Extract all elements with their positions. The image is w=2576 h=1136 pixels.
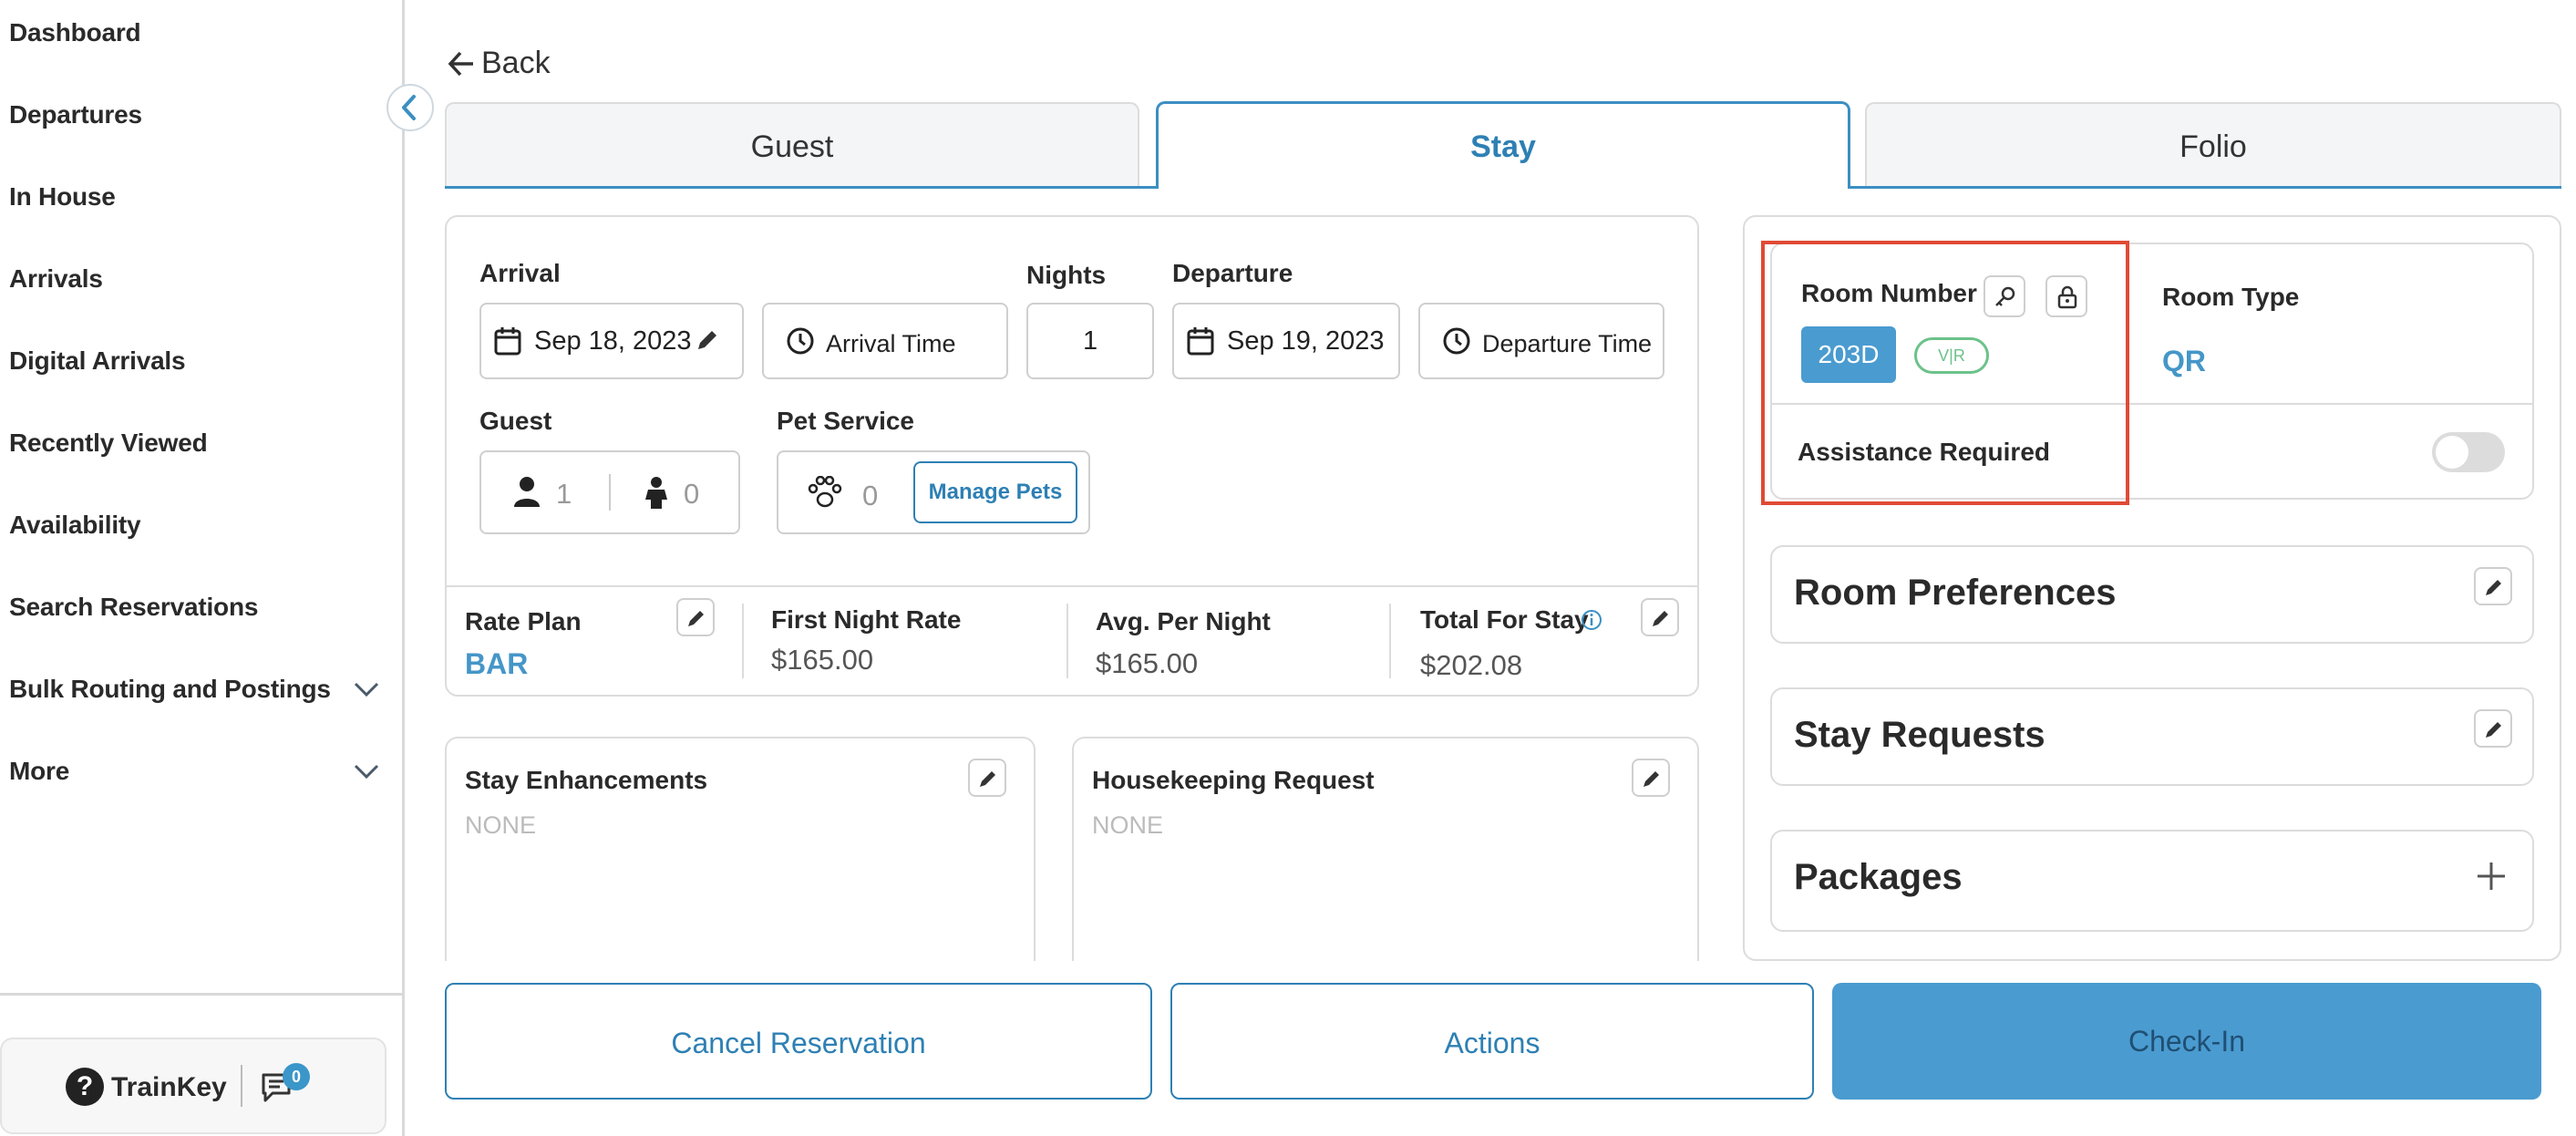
total-for-stay-label: Total For Stay: [1420, 605, 1589, 634]
rate-plan-edit-button[interactable]: [676, 598, 715, 636]
rate-divider: [1389, 604, 1391, 678]
sidebar-item-recently-viewed[interactable]: Recently Viewed: [9, 429, 208, 458]
clock-icon: [787, 327, 814, 355]
sidebar-item-dashboard[interactable]: Dashboard: [9, 18, 141, 47]
stay-enhancements-edit-button[interactable]: [968, 759, 1006, 797]
room-type-value[interactable]: QR: [2162, 345, 2206, 378]
housekeeping-value: NONE: [1092, 811, 1164, 839]
arrival-time-placeholder: Arrival Time: [826, 330, 956, 357]
nights-value: 1: [1083, 326, 1098, 356]
pets-count: 0: [862, 480, 879, 511]
sidebar-item-arrivals[interactable]: Arrivals: [9, 264, 103, 294]
pencil-icon: [688, 611, 704, 626]
sidebar-item-more[interactable]: More: [9, 757, 69, 786]
message-count-badge: 0: [283, 1063, 310, 1090]
departure-time-placeholder: Departure Time: [1482, 330, 1653, 357]
calendar-icon: [1187, 327, 1214, 356]
pencil-icon: [2486, 722, 2501, 738]
guest-divider: [609, 474, 611, 511]
sidebar: Dashboard Departures In House Arrivals D…: [0, 0, 405, 1136]
rate-divider: [742, 604, 744, 678]
housekeeping-label: Housekeeping Request: [1092, 766, 1375, 794]
manage-pets-button[interactable]: Manage Pets: [913, 461, 1077, 523]
toggle-knob: [2436, 436, 2468, 469]
sidebar-item-digital-arrivals[interactable]: Digital Arrivals: [9, 346, 186, 376]
child-icon: [645, 477, 667, 509]
back-link[interactable]: Back: [447, 46, 551, 81]
sidebar-item-in-house[interactable]: In House: [9, 182, 116, 212]
arrival-date-value: Sep 18, 2023: [534, 326, 692, 356]
housekeeping-edit-button[interactable]: [1632, 759, 1670, 797]
pet-service-label: Pet Service: [777, 407, 914, 435]
first-night-rate-label: First Night Rate: [771, 605, 962, 634]
departure-date-value: Sep 19, 2023: [1227, 326, 1385, 356]
card-divider: [447, 585, 1697, 587]
arrival-label: Arrival: [479, 259, 561, 287]
pencil-icon: [2486, 580, 2501, 595]
chevron-down-icon[interactable]: [353, 762, 380, 780]
sidebar-item-departures[interactable]: Departures: [9, 100, 142, 129]
avg-per-night-label: Avg. Per Night: [1096, 607, 1271, 635]
pencil-icon: [1643, 771, 1659, 787]
calendar-icon: [494, 327, 521, 356]
trainkey-divider: [241, 1065, 242, 1107]
sidebar-item-bulk-routing[interactable]: Bulk Routing and Postings: [9, 675, 331, 704]
tab-underline: [1850, 186, 2561, 189]
arrow-left-icon: [448, 51, 473, 76]
cancel-reservation-button[interactable]: Cancel Reservation: [445, 983, 1152, 1100]
tab-guest[interactable]: Guest: [445, 102, 1139, 188]
packages-title: Packages: [1794, 857, 1963, 897]
rate-divider: [1066, 604, 1068, 678]
room-type-label: Room Type: [2162, 283, 2300, 311]
first-night-rate-value: $165.00: [771, 644, 874, 676]
trainkey-label[interactable]: TrainKey: [111, 1072, 227, 1103]
tab-stay[interactable]: Stay: [1156, 101, 1850, 189]
content-fade: [405, 961, 2576, 976]
chevron-left-icon: [402, 95, 416, 120]
plus-icon[interactable]: [2476, 861, 2507, 892]
pencil-icon: [980, 771, 995, 787]
chevron-down-icon[interactable]: [353, 680, 380, 698]
sidebar-divider: [0, 993, 402, 996]
pencil-icon[interactable]: [695, 327, 720, 353]
stay-requests-title: Stay Requests: [1794, 715, 2045, 755]
tab-folio[interactable]: Folio: [1865, 102, 2561, 188]
rate-plan-label: Rate Plan: [465, 607, 582, 635]
rate-plan-value[interactable]: BAR: [465, 647, 528, 681]
clock-icon: [1443, 327, 1470, 355]
room-preferences-edit-button[interactable]: [2474, 567, 2512, 605]
total-for-stay-value: $202.08: [1420, 649, 1523, 681]
check-in-button[interactable]: Check-In: [1832, 983, 2541, 1100]
help-icon[interactable]: ?: [66, 1068, 104, 1106]
sidebar-collapse-button[interactable]: [386, 84, 434, 131]
adults-count: 1: [556, 478, 572, 510]
stay-enhancements-value: NONE: [465, 811, 537, 839]
room-preferences-title: Room Preferences: [1794, 573, 2117, 613]
highlight-box: [1761, 241, 2129, 505]
paw-icon: [808, 476, 842, 508]
info-icon[interactable]: [1581, 609, 1602, 631]
tab-underline: [445, 186, 1156, 189]
guest-label: Guest: [479, 407, 552, 435]
back-label: Back: [481, 46, 551, 80]
adult-icon: [514, 477, 540, 507]
total-for-stay-edit-button[interactable]: [1641, 598, 1679, 636]
departure-label: Departure: [1172, 259, 1293, 287]
assistance-required-toggle[interactable]: [2432, 432, 2505, 472]
sidebar-item-availability[interactable]: Availability: [9, 511, 141, 540]
actions-button[interactable]: Actions: [1170, 983, 1814, 1100]
children-count: 0: [684, 478, 700, 510]
stay-enhancements-label: Stay Enhancements: [465, 766, 708, 794]
nights-label: Nights: [1026, 261, 1107, 289]
avg-per-night-value: $165.00: [1096, 647, 1199, 679]
pencil-icon: [1653, 611, 1668, 626]
sidebar-item-search-reservations[interactable]: Search Reservations: [9, 593, 258, 622]
stay-requests-edit-button[interactable]: [2474, 709, 2512, 748]
